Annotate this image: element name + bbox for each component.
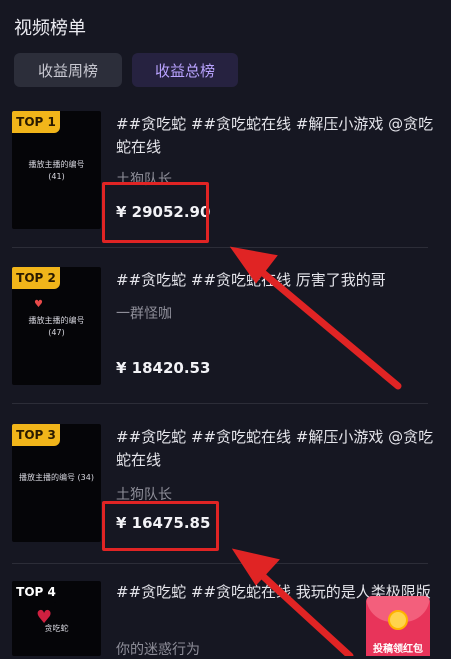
tab-total-earnings[interactable]: 收益总榜 [132,53,238,87]
coin-icon [388,610,408,630]
thumbnail-caption: 播放主播的编号 (34) [19,473,94,482]
earnings-amount: ¥ 18420.53 [116,359,211,377]
thumbnail-caption: 贪吃蛇 [44,624,69,633]
thumbnail-caption: 播放主播的编号 (41) [28,160,85,181]
red-packet-label: 投稿领红包 [373,644,423,655]
page-title: 视频榜单 [14,18,86,39]
tab-weekly-earnings[interactable]: 收益周榜 [14,53,122,87]
amount-highlight-box [102,501,219,551]
divider [12,403,428,404]
rank-badge: TOP 3 [12,424,60,446]
video-title[interactable]: ##贪吃蛇 ##贪吃蛇在线 #解压小游戏 @贪吃蛇在线 [116,113,434,159]
divider [12,563,428,564]
thumbnail-caption: 播放主播的编号 (47) [28,316,85,337]
author-name[interactable]: 你的迷惑行为 [116,639,200,659]
video-title[interactable]: ##贪吃蛇 ##贪吃蛇在线 #解压小游戏 @贪吃蛇在线 [116,426,434,472]
author-name[interactable]: 一群怪咖 [116,303,172,323]
list-item[interactable]: 播放主播的编号 (34) TOP 3 ##贪吃蛇 ##贪吃蛇在线 #解压小游戏 … [0,424,451,580]
list-item[interactable]: ♥ 播放主播的编号 (47) TOP 2 ##贪吃蛇 ##贪吃蛇在线 厉害了我的… [0,267,451,423]
rank-badge: TOP 2 [12,267,60,289]
amount-highlight-box [102,182,209,243]
video-title[interactable]: ##贪吃蛇 ##贪吃蛇在线 厉害了我的哥 [116,269,434,292]
list-item[interactable]: 播放主播的编号 (41) TOP 1 ##贪吃蛇 ##贪吃蛇在线 #解压小游戏 … [0,111,451,267]
divider [12,247,428,248]
heart-icon: ♥ [34,299,43,310]
rank-badge: TOP 1 [12,111,60,133]
red-packet-button[interactable]: 投稿领红包 [366,596,430,656]
rank-badge: TOP 4 [12,581,60,603]
